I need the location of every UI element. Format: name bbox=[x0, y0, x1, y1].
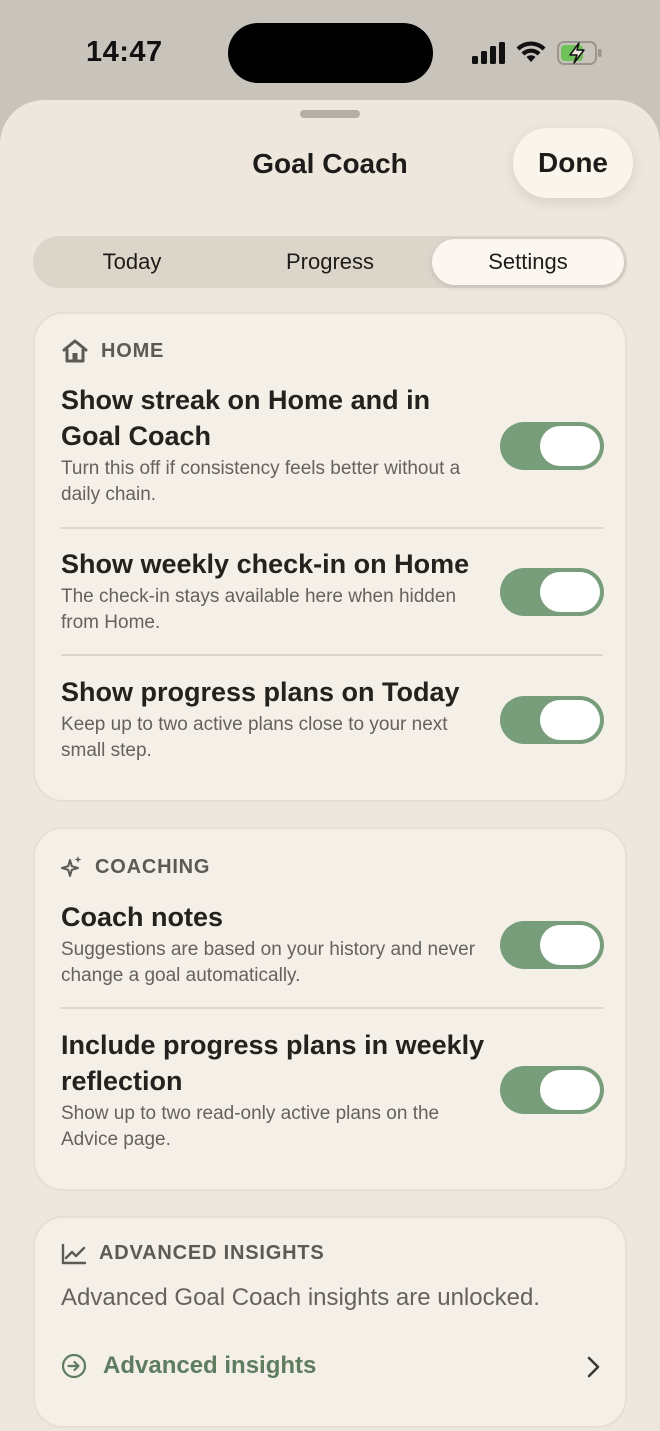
cellular-signal-icon bbox=[472, 42, 505, 64]
setting-description: Suggestions are based on your history an… bbox=[61, 939, 476, 986]
chart-line-icon bbox=[61, 1243, 87, 1264]
setting-title: Show streak on Home and in Goal Coach bbox=[61, 385, 431, 451]
progress-plans-today-toggle[interactable] bbox=[500, 696, 604, 744]
insights-section-header: ADVANCED INSIGHTS bbox=[61, 1242, 324, 1265]
tab-today[interactable]: Today bbox=[33, 236, 231, 288]
toggle-knob bbox=[540, 700, 600, 740]
coach-notes-toggle[interactable] bbox=[500, 921, 604, 969]
row-divider bbox=[61, 654, 603, 656]
advanced-insights-link[interactable]: Advanced insights bbox=[61, 1352, 316, 1380]
status-time: 14:47 bbox=[86, 36, 163, 68]
setting-description: Show up to two read-only active plans on… bbox=[61, 1103, 440, 1150]
toggle-knob bbox=[540, 572, 600, 612]
toggle-knob bbox=[540, 1070, 600, 1110]
insights-section-label: ADVANCED INSIGHTS bbox=[99, 1242, 325, 1264]
arrow-circle-icon bbox=[61, 1353, 87, 1379]
tab-progress[interactable]: Progress bbox=[231, 236, 429, 288]
tab-settings[interactable]: Settings bbox=[432, 239, 624, 285]
show-streak-toggle[interactable] bbox=[500, 422, 604, 470]
battery-charging-icon bbox=[557, 41, 602, 65]
row-divider bbox=[61, 527, 603, 529]
house-icon bbox=[62, 339, 88, 363]
tab-segmented-control: Today Progress Settings bbox=[33, 236, 627, 288]
coaching-section-header: COACHING bbox=[61, 855, 210, 879]
home-section-label: HOME bbox=[101, 339, 165, 362]
row-divider bbox=[61, 1007, 603, 1009]
dynamic-island bbox=[228, 23, 433, 83]
coaching-section-label: COACHING bbox=[95, 855, 211, 878]
setting-description: Keep up to two active plans close to you… bbox=[61, 714, 448, 761]
setting-title: Show weekly check-in on Home bbox=[61, 549, 470, 579]
insights-section-card: ADVANCED INSIGHTS Advanced Goal Coach in… bbox=[33, 1216, 627, 1428]
status-bar: 14:47 bbox=[0, 0, 660, 100]
setting-description: The check-in stays available here when h… bbox=[61, 586, 457, 633]
coaching-section-card: COACHING Coach notes Suggestions are bas… bbox=[33, 827, 627, 1191]
setting-description: Turn this off if consistency feels bette… bbox=[61, 458, 461, 505]
done-button[interactable]: Done bbox=[513, 128, 633, 198]
weekly-reflection-toggle[interactable] bbox=[500, 1066, 604, 1114]
sheet-grabber[interactable] bbox=[300, 110, 360, 118]
home-section-card: HOME Show streak on Home and in Goal Coa… bbox=[33, 312, 627, 802]
setting-title: Coach notes bbox=[61, 902, 224, 932]
settings-sheet: Goal Coach Done Today Progress Settings … bbox=[0, 100, 660, 1431]
home-section-header: HOME bbox=[61, 338, 164, 364]
advanced-insights-label[interactable]: Advanced insights bbox=[103, 1352, 316, 1380]
toggle-knob bbox=[540, 426, 600, 466]
setting-title: Include progress plans in weekly reflect… bbox=[61, 1030, 485, 1096]
toggle-knob bbox=[540, 925, 600, 965]
sparkle-icon bbox=[61, 856, 82, 877]
chevron-right-icon[interactable] bbox=[585, 1355, 601, 1379]
weekly-checkin-toggle[interactable] bbox=[500, 568, 604, 616]
setting-title: Show progress plans on Today bbox=[61, 677, 460, 707]
insights-status-text: Advanced Goal Coach insights are unlocke… bbox=[61, 1284, 540, 1311]
wifi-icon bbox=[516, 41, 546, 62]
